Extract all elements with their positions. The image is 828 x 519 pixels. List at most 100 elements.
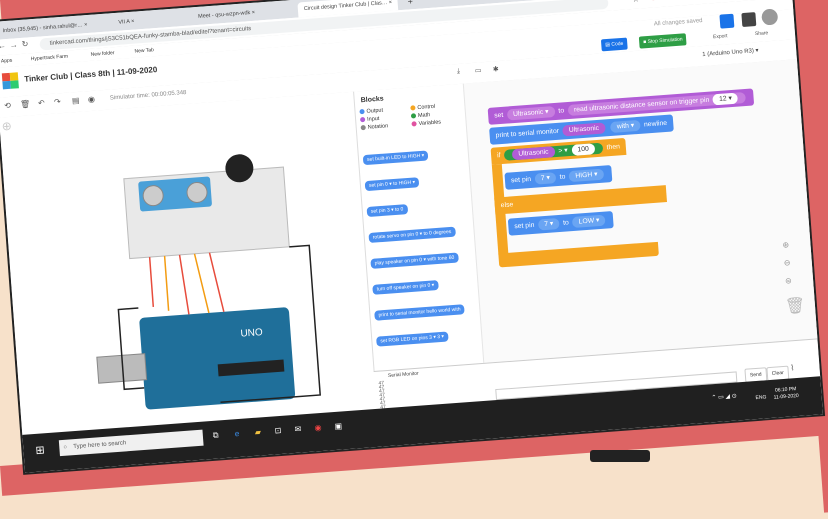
if-keyword: if [496, 152, 501, 160]
photos-icon[interactable]: ▣ [334, 421, 342, 431]
category-math-label: Math [417, 112, 431, 120]
export-button[interactable]: Export [709, 30, 732, 44]
trash-icon[interactable]: 🗑 [784, 295, 806, 316]
operator-dropdown[interactable]: > ▾ [558, 147, 568, 155]
serial-output: 47 47 47 47 47 47 47 [378, 380, 386, 410]
to-keyword: to [558, 107, 565, 115]
set-pin-label: set pin [510, 175, 532, 185]
zoom-reset-icon[interactable]: ⊜ [785, 276, 792, 285]
bookmark-apps[interactable]: Apps [0, 55, 13, 68]
category-variables-label: Variables [418, 119, 442, 128]
category-variables[interactable]: Variables [411, 118, 462, 128]
ultrasonic-read-block[interactable]: read ultrasonic distance sensor on trigg… [567, 92, 747, 117]
edge-icon[interactable]: e [234, 429, 239, 438]
palette-block-rgb[interactable]: set RGB LED on pins 3 ▾ 3 ▾ [376, 331, 449, 347]
stop-simulation-label: Stop Simulation [647, 36, 683, 46]
to-keyword-high: to [559, 173, 566, 181]
then-keyword: then [606, 143, 621, 152]
forward-icon[interactable]: → [9, 40, 18, 50]
palette-block-speaker[interactable]: play speaker on pin 0 ▾ with tone 60 [370, 252, 459, 269]
tinkercad-logo[interactable] [1, 72, 19, 90]
user-list-icon[interactable] [741, 12, 757, 28]
with-dropdown[interactable]: with ▾ [610, 119, 641, 133]
category-notation-label: Notation [367, 123, 389, 131]
palette-block-servo[interactable]: rotate servo on pin 0 ▾ to 0 degrees [368, 226, 456, 243]
stop-simulation-button[interactable]: ■ Stop Simulation [638, 33, 688, 49]
palette-block-set-pin-analog[interactable]: set pin 3 ▾ to 0 [366, 204, 408, 218]
sensor-read-label: read ultrasonic distance sensor on trigg… [573, 96, 710, 114]
variables-swatch [411, 121, 417, 127]
taskbar-search[interactable]: ○ Type here to search [58, 429, 204, 457]
palette-block-print[interactable]: print to serial monitor hello world with [374, 304, 465, 321]
palette-block-set-pin[interactable]: set pin 0 ▾ to HIGH ▾ [364, 177, 420, 192]
code-workspace[interactable]: set Ultrasonic ▾ to read ultrasonic dist… [462, 59, 819, 363]
search-icon: ○ [63, 444, 68, 451]
circuit-canvas[interactable]: ⊕ UNO [0, 91, 377, 435]
zoom-in-icon[interactable]: ⊕ [782, 240, 789, 249]
task-view-icon[interactable]: ⧉ [213, 431, 219, 441]
if-footer [498, 241, 659, 268]
star-icon[interactable]: ☆ [632, 0, 640, 4]
user-tinker-icon[interactable] [719, 13, 735, 29]
redo-icon[interactable]: ↷ [54, 97, 61, 106]
zoom-out-icon[interactable]: ⊖ [783, 258, 790, 267]
avatar[interactable] [761, 8, 779, 26]
delete-icon[interactable]: 🗑 [20, 99, 31, 109]
chrome-icon[interactable]: ◉ [314, 423, 322, 432]
view-icon[interactable]: ◉ [88, 95, 96, 104]
set-keyword: set [493, 111, 504, 120]
trigger-pin-dropdown[interactable]: 12 ▾ [712, 92, 739, 106]
clock[interactable]: 06:10 PM 11-09-2020 [773, 386, 799, 402]
palette-block-led[interactable]: set built-in LED to HIGH ▾ [362, 150, 429, 166]
math-swatch [410, 113, 417, 119]
reload-icon[interactable]: ↻ [21, 39, 28, 48]
set-pin-low-block[interactable]: set pin 7 ▾ to LOW ▾ [507, 211, 615, 236]
blocks-title: Blocks [360, 95, 384, 105]
code-button[interactable]: ▤ Code [600, 37, 628, 52]
to-keyword-low: to [562, 219, 570, 227]
screen: Inbox (35,945) - sinha.rahul@r… × VII A … [0, 0, 823, 473]
circuit-drawing: UNO [96, 154, 321, 410]
clock-date: 11-09-2020 [773, 392, 799, 401]
design-title[interactable]: Tinker Club | Class 8th | 11-09-2020 [24, 65, 158, 84]
palette-block-speaker-off[interactable]: turn off speaker on pin 0 ▾ [372, 280, 439, 295]
pin-dropdown-low[interactable]: 7 ▾ [537, 218, 560, 231]
menu-icon[interactable]: ⋮ [672, 0, 681, 1]
windows-start-icon[interactable]: ⊞ [35, 443, 45, 457]
debug-icon[interactable]: ✱ [493, 65, 499, 73]
low-dropdown[interactable]: LOW ▾ [572, 214, 606, 228]
graph-icon[interactable]: ⌇ [790, 363, 795, 372]
language-indicator[interactable]: ENG [755, 394, 766, 401]
category-input-label: Input [366, 115, 380, 123]
control-swatch [410, 105, 416, 111]
set-pin-high-block[interactable]: set pin 7 ▾ to HIGH ▾ [504, 165, 613, 190]
variable-dropdown[interactable]: Ultrasonic ▾ [506, 106, 555, 121]
print-variable[interactable]: Ultrasonic [562, 122, 606, 137]
share-button[interactable]: Share [751, 27, 773, 41]
category-control-label: Control [417, 103, 436, 112]
rotate-icon[interactable]: ⟲ [4, 101, 11, 110]
notation-swatch [360, 124, 366, 131]
store-icon[interactable]: ⊡ [274, 426, 281, 435]
extension-icon[interactable]: ■ [652, 0, 657, 3]
explorer-icon[interactable]: ▰ [254, 427, 261, 436]
meet-share-bar[interactable] [590, 450, 650, 462]
if-else-block[interactable]: if Ultrasonic > ▾ 100 then set pin 7 ▾ t… [490, 135, 676, 272]
compare-block[interactable]: Ultrasonic > ▾ 100 [504, 142, 604, 161]
input-swatch [359, 116, 366, 123]
notes-icon[interactable]: ▤ [72, 96, 80, 106]
category-notation[interactable]: Notation [360, 122, 412, 132]
high-dropdown[interactable]: HIGH ▾ [568, 168, 604, 183]
mail-icon[interactable]: ✉ [294, 424, 301, 433]
else-row: else [494, 185, 667, 215]
device-select[interactable]: 1 (Arduino Uno R3) ▾ [702, 47, 759, 58]
compare-variable[interactable]: Ultrasonic [512, 146, 555, 161]
tray-icons[interactable]: ⌃ ▭ ◢ ⊙ [711, 392, 737, 401]
pin-dropdown-high[interactable]: 7 ▾ [534, 172, 557, 185]
threshold-input[interactable]: 100 [571, 143, 596, 156]
output-swatch [359, 109, 365, 115]
back-icon[interactable]: ← [0, 41, 6, 51]
upload-icon[interactable]: ▭ [475, 66, 482, 74]
download-icon[interactable]: ⤓ [457, 68, 461, 76]
undo-icon[interactable]: ↶ [38, 98, 45, 107]
